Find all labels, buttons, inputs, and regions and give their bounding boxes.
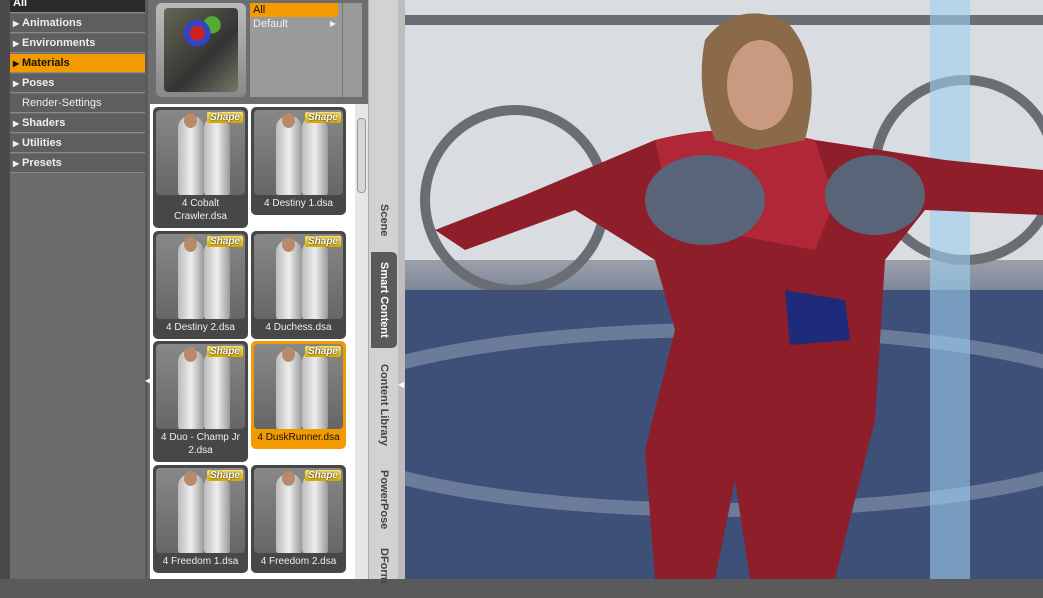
expand-arrow-icon[interactable]: ▶ (13, 114, 22, 133)
submenu-arrow-icon: ▶ (329, 19, 336, 28)
category-animations[interactable]: ▶ Animations (10, 14, 145, 33)
item-label: 4 Cobalt Crawler.dsa (174, 198, 227, 222)
expand-arrow-icon[interactable]: ▶ (13, 34, 22, 53)
sublist-label: Default (253, 18, 288, 30)
item-label: 4 Freedom 2.dsa (260, 556, 337, 567)
tab-label: Scene (378, 203, 390, 237)
expand-arrow-icon[interactable]: ▶ (13, 14, 22, 33)
item-label: 4 Destiny 2.dsa (166, 322, 235, 333)
item-label: 4 Freedom 1.dsa (162, 556, 239, 567)
content-item[interactable]: Shape 4 Freedom 2.dsa (251, 465, 346, 573)
shape-badge: Shape (206, 236, 243, 247)
content-item-selected[interactable]: Shape 4 DuskRunner.dsa (251, 341, 346, 449)
shape-badge: Shape (304, 470, 341, 481)
category-poses[interactable]: ▶ Poses (10, 74, 145, 93)
category-list: All ▶ Animations ▶ Environments ▶ Materials… (10, 0, 145, 579)
item-label: 4 DuskRunner.dsa (257, 432, 340, 443)
sublist-item-all[interactable]: All (250, 3, 338, 17)
tab-scene[interactable]: Scene (371, 195, 397, 245)
content-item[interactable]: Shape 4 Destiny 2.dsa (153, 231, 248, 339)
collapse-arrow-icon[interactable]: ◀ (145, 376, 151, 385)
content-item[interactable]: Shape 4 Duchess.dsa (251, 231, 346, 339)
expand-arrow-icon[interactable]: ▶ (13, 134, 22, 153)
item-label: 4 Duo - Champ Jr 2.dsa (161, 432, 240, 456)
item-label: 4 Destiny 1.dsa (264, 198, 333, 209)
panel-tab-bar: Scene Smart Content Content Library Powe… (368, 0, 398, 583)
tab-label: DForm (378, 548, 390, 584)
category-shaders[interactable]: ▶ Shaders (10, 114, 145, 133)
category-environments[interactable]: ▶ Environments (10, 34, 145, 53)
panel-splitter[interactable] (398, 0, 405, 579)
content-item[interactable]: Shape 4 Duo - Champ Jr 2.dsa (153, 341, 248, 462)
category-label: Poses (22, 77, 55, 89)
shape-badge: Shape (304, 236, 341, 247)
sublist-label: All (253, 4, 266, 16)
expand-arrow-icon[interactable]: ▶ (13, 74, 22, 93)
tab-content-library[interactable]: Content Library (371, 355, 397, 455)
tab-dform[interactable]: DForm (371, 548, 397, 598)
content-item[interactable]: Shape 4 Destiny 1.dsa (251, 107, 346, 215)
category-materials[interactable]: ▶ Materials (10, 54, 145, 73)
tab-smart-content[interactable]: Smart Content (371, 252, 397, 348)
content-grid: Shape 4 Cobalt Crawler.dsa Shape 4 Destiny… (150, 104, 355, 579)
expand-arrow-icon[interactable]: ▶ (13, 54, 22, 73)
collapse-arrow-icon[interactable]: ◀ (398, 380, 404, 389)
shape-badge: Shape (206, 470, 243, 481)
list-scrollbar[interactable] (342, 3, 362, 97)
category-label: Materials (22, 57, 70, 69)
product-thumbnail[interactable] (156, 3, 246, 97)
item-label: 4 Duchess.dsa (265, 322, 332, 333)
category-label: Utilities (22, 137, 62, 149)
scrollbar-thumb[interactable] (357, 118, 366, 193)
shape-badge: Shape (304, 112, 341, 123)
content-item[interactable]: Shape 4 Freedom 1.dsa (153, 465, 248, 573)
category-label: Environments (22, 37, 96, 49)
tab-label: PowerPose (378, 470, 390, 530)
sublist-item-default[interactable]: Default ▶ (250, 17, 338, 31)
3d-viewport[interactable] (405, 0, 1043, 579)
category-render-settings[interactable]: Render-Settings (10, 94, 145, 113)
category-label: All (13, 0, 28, 9)
left-dock-strip (0, 0, 10, 579)
tab-label: Content Library (378, 364, 390, 446)
category-label: Animations (22, 17, 82, 29)
shape-badge: Shape (206, 346, 243, 357)
category-utilities[interactable]: ▶ Utilities (10, 134, 145, 153)
category-all[interactable]: All (10, 0, 145, 13)
category-presets[interactable]: ▶ Presets (10, 154, 145, 173)
content-item[interactable]: Shape 4 Cobalt Crawler.dsa (153, 107, 248, 228)
shape-badge: Shape (206, 112, 243, 123)
scene-render (405, 0, 1043, 579)
tab-label: Smart Content (378, 262, 390, 338)
shape-badge: Shape (304, 346, 341, 357)
category-label: Shaders (22, 117, 66, 129)
category-label: Render-Settings (22, 97, 102, 109)
expand-arrow-icon[interactable]: ▶ (13, 154, 22, 173)
category-label: Presets (22, 157, 62, 169)
tab-powerpose[interactable]: PowerPose (371, 462, 397, 538)
